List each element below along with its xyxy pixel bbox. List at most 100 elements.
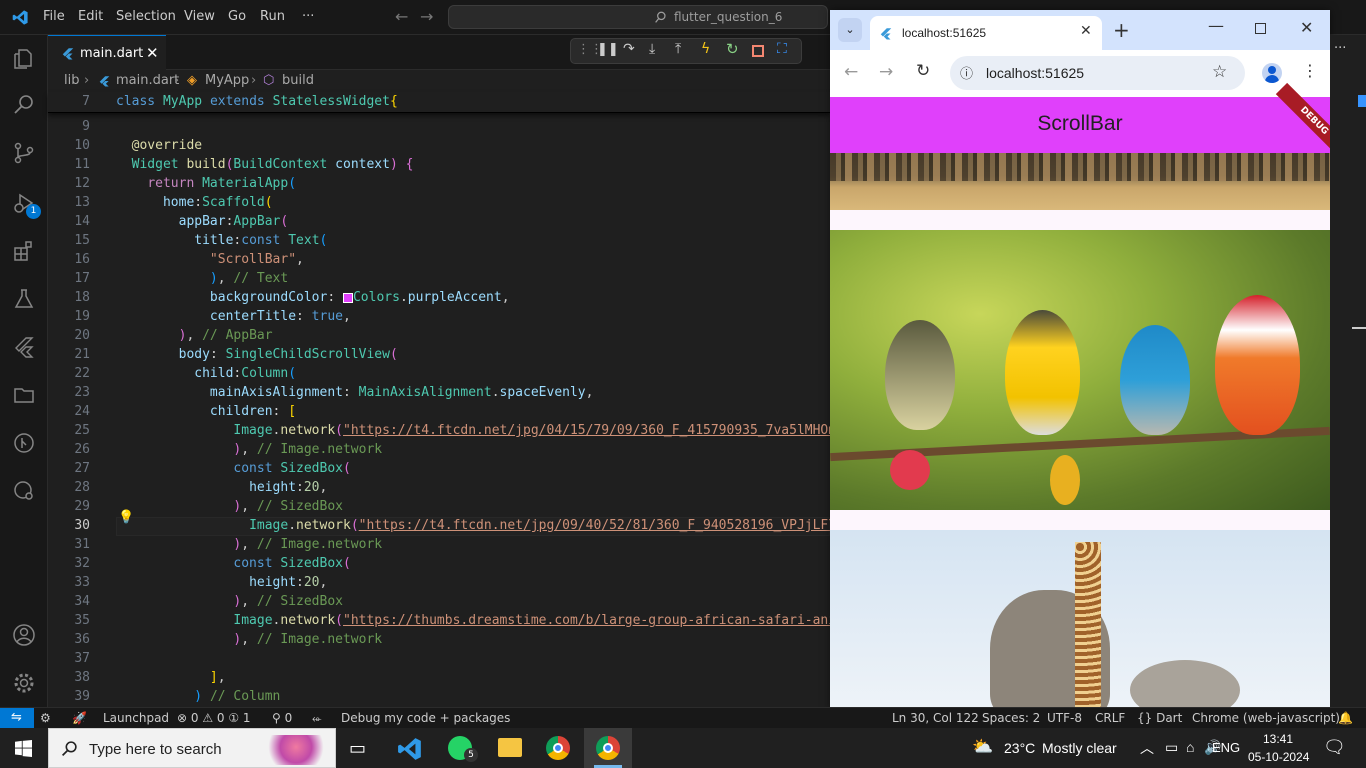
show-hidden-icons-icon[interactable]: ︿ (1140, 738, 1154, 758)
pause-icon[interactable]: ❚❚ (597, 42, 619, 57)
step-into-icon[interactable]: ⤓ (649, 41, 655, 57)
code-line: Widget build(BuildContext context) { (131, 157, 414, 172)
extensions-icon[interactable] (12, 239, 36, 263)
line-number: 12 (74, 176, 90, 191)
vscode-logo-icon (12, 10, 28, 25)
line-number: 14 (74, 214, 90, 229)
notifications-bell-icon[interactable]: 🔔 (1338, 711, 1353, 725)
explorer-icon[interactable] (12, 47, 36, 71)
cursor-position[interactable]: Ln 30, Col 122 (892, 711, 979, 725)
more-actions-icon[interactable]: ··· (1334, 41, 1346, 56)
command-center[interactable]: flutter_question_6 (448, 5, 828, 29)
back-arrow-icon[interactable]: ← (844, 62, 858, 82)
tab-search-chevron-icon[interactable]: ⌄ (838, 18, 862, 42)
breadcrumb-lib[interactable]: lib (64, 73, 79, 88)
temperature[interactable]: 23°C (1004, 740, 1035, 756)
git-graph-icon[interactable] (12, 431, 36, 455)
devtools-icon[interactable]: ⛶ (777, 41, 787, 57)
restart-icon[interactable]: ↻ (726, 40, 739, 58)
back-arrow-icon[interactable]: ← (395, 7, 408, 26)
line-number: 33 (74, 575, 90, 590)
code-line: ), // Image.network (233, 632, 383, 647)
testing-icon[interactable] (12, 287, 36, 311)
menu-more[interactable]: ··· (302, 9, 314, 24)
browser-tab[interactable]: localhost:51625 ✕ (870, 16, 1102, 50)
debug-sessions-icon[interactable]: ⚙ (40, 711, 51, 725)
battery-icon[interactable]: ▭ (1165, 739, 1178, 756)
close-tab-icon[interactable]: ✕ (1080, 23, 1092, 39)
launchpad-label[interactable]: Launchpad (103, 711, 169, 725)
menu-view[interactable]: View (184, 9, 215, 24)
input-language[interactable]: ENG (1212, 740, 1240, 755)
address-bar[interactable]: ⓘ localhost:51625 ☆ (950, 56, 1245, 90)
menu-file[interactable]: File (43, 9, 65, 24)
notification-center-icon[interactable]: 🗨 (1323, 737, 1346, 758)
line-number: 20 (74, 328, 90, 343)
windows-start-icon[interactable] (15, 740, 32, 757)
flutter-favicon-icon (880, 28, 892, 40)
breadcrumb-class[interactable]: MyApp (205, 73, 249, 88)
code-line: return MaterialApp( (147, 176, 297, 191)
weather-description[interactable]: Mostly clear (1042, 740, 1117, 756)
tab-main-dart[interactable]: main.dart ✕ (48, 35, 166, 70)
target-device[interactable]: Chrome (web-javascript) (1192, 711, 1340, 725)
chrome-active-task[interactable] (584, 728, 632, 768)
step-out-icon[interactable]: ⤒ (675, 41, 681, 57)
file-explorer-icon[interactable] (498, 738, 522, 757)
debug-mode-label[interactable]: Debug my code + packages (341, 711, 510, 725)
maximize-icon[interactable] (1255, 23, 1266, 34)
line-number: 16 (74, 252, 90, 267)
remote-indicator[interactable]: ⇋ (0, 708, 34, 729)
search-icon[interactable] (12, 93, 36, 117)
language-mode[interactable]: {} Dart (1137, 711, 1182, 725)
reload-icon[interactable]: ↻ (916, 61, 930, 81)
scroll-view-content[interactable] (830, 153, 1330, 710)
problems-count[interactable]: ⊗ 0 ⚠ 0 ① 1 (177, 711, 251, 725)
indentation[interactable]: Spaces: 2 (982, 711, 1040, 725)
account-icon[interactable] (12, 623, 36, 647)
network-icon[interactable]: ⌂ (1186, 739, 1194, 755)
debug-mode-icon: ⬰ (312, 711, 322, 725)
forward-arrow-icon[interactable]: → (420, 7, 433, 26)
menu-selection[interactable]: Selection (116, 9, 176, 24)
folder-icon[interactable] (12, 383, 36, 407)
search-icon (655, 11, 666, 23)
settings-gear-icon[interactable] (12, 671, 36, 695)
menu-run[interactable]: Run (260, 9, 285, 24)
chrome-icon[interactable] (546, 736, 570, 760)
new-tab-icon[interactable]: + (1113, 18, 1130, 42)
code-line: centerTitle: true, (209, 309, 351, 324)
ports-count[interactable]: ⚲ 0 (272, 711, 292, 725)
code-line: const SizedBox( (233, 461, 351, 476)
code-editor[interactable]: 9 10 @override 11 Widget build(BuildContex… (48, 92, 830, 707)
weather-icon[interactable]: ⛅ (972, 737, 993, 757)
stop-icon[interactable] (752, 45, 764, 57)
vscode-taskbar-icon[interactable] (397, 736, 423, 762)
bookmark-star-icon[interactable]: ☆ (1212, 62, 1227, 82)
step-over-icon[interactable]: ↷ (623, 41, 635, 57)
close-window-icon[interactable]: ✕ (1300, 18, 1313, 37)
flutter-icon[interactable] (12, 335, 36, 359)
chrome-menu-icon[interactable]: ⋮ (1302, 61, 1318, 80)
site-info-icon[interactable]: ⓘ (960, 63, 973, 82)
close-tab-icon[interactable]: ✕ (146, 44, 159, 62)
task-view-icon[interactable]: ▭ (349, 738, 366, 759)
line-number: 39 (74, 689, 90, 704)
line-ending[interactable]: CRLF (1095, 711, 1125, 725)
hot-reload-icon[interactable]: ϟ (701, 41, 710, 57)
encoding[interactable]: UTF-8 (1047, 711, 1082, 725)
lightbulb-icon[interactable]: 💡 (118, 510, 134, 525)
forward-arrow-icon[interactable]: → (879, 62, 893, 82)
breadcrumb-method[interactable]: build (282, 73, 314, 88)
clock-time[interactable]: 13:41 (1263, 732, 1293, 746)
minimize-icon[interactable]: — (1208, 16, 1224, 35)
clock-date[interactable]: 05-10-2024 (1248, 750, 1309, 764)
menu-edit[interactable]: Edit (78, 9, 103, 24)
line-number: 17 (74, 271, 90, 286)
remote-explorer-icon[interactable] (12, 479, 36, 503)
taskbar-search-box[interactable]: Type here to search (48, 728, 336, 768)
menu-go[interactable]: Go (228, 9, 246, 24)
profile-avatar-icon[interactable] (1262, 63, 1282, 83)
breadcrumb-file[interactable]: main.dart (116, 73, 179, 88)
source-control-icon[interactable] (12, 141, 36, 165)
